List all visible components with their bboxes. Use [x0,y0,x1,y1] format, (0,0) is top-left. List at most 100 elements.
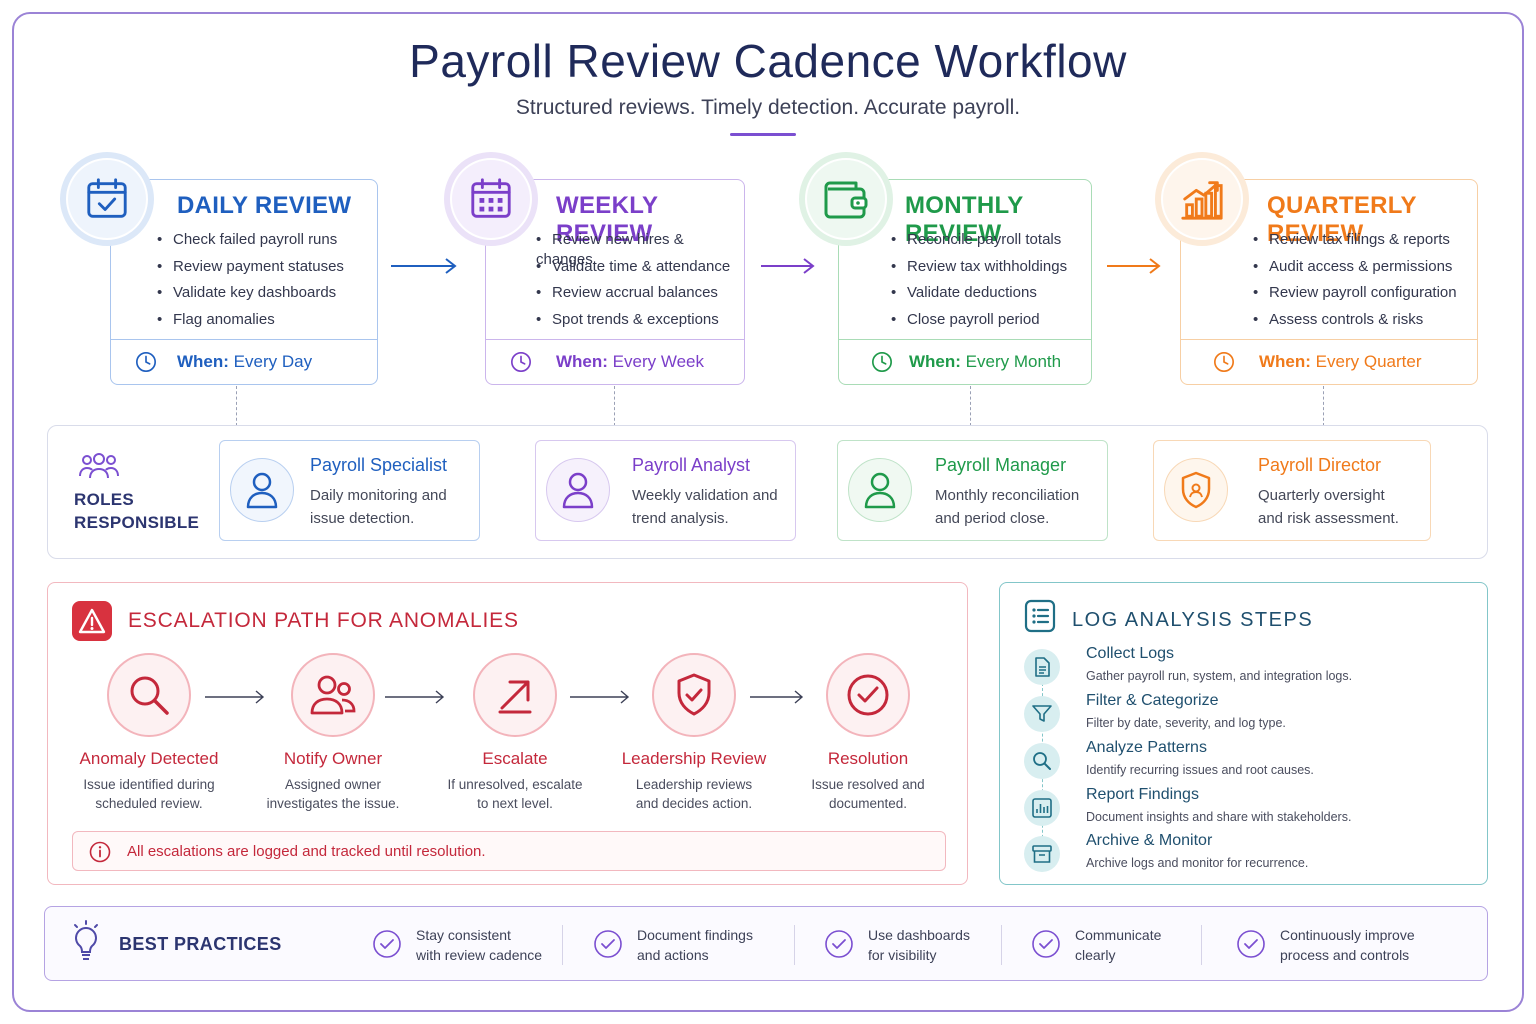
warning-icon [72,601,112,641]
when-value: Every Quarter [1315,352,1422,371]
report-chart-icon [1024,790,1060,826]
weekly-badge [444,152,538,246]
role-name: Payroll Specialist [310,455,448,475]
divider [562,925,563,965]
check-circle-icon [594,930,622,958]
escalation-panel: ESCALATION PATH FOR ANOMALIES Anomaly De… [47,582,968,885]
log-step-name: Collect Logs [1086,645,1175,662]
log-step-desc: Document insights and share with stakeho… [1086,810,1352,824]
escalation-step: Escalate If unresolved, escalate to next … [425,653,605,813]
document-icon [1024,649,1060,685]
role-card-analyst: Payroll Analyst Weekly validation and tre… [535,440,796,541]
daily-badge [60,152,154,246]
best-practice-text: Communicate [1075,927,1162,943]
log-step-desc: Filter by date, severity, and log type. [1086,716,1286,730]
step-desc-line: and decides action. [635,796,753,811]
log-step: Filter & Categorize Filter by date, seve… [1024,692,1464,738]
best-practices-title: BEST PRACTICES [119,934,282,954]
role-name: Payroll Manager [935,455,1067,475]
escalation-step: Resolution Issue resolved and documented. [778,653,958,813]
flow-arrow-icon [1107,258,1161,274]
list-item: Validate deductions [891,283,1067,310]
step-desc-line: If unresolved, escalate [447,777,583,792]
check-circle-icon [1237,930,1265,958]
log-step: Collect Logs Gather payroll run, system,… [1024,645,1464,691]
divider [1001,925,1002,965]
list-item: Review payroll configuration [1253,283,1457,310]
step-desc: Issue resolved and documented. [778,775,958,813]
when-value: Every Month [965,352,1062,371]
step-name: Resolution [827,749,909,768]
role-desc-line: Daily monitoring and [310,487,447,504]
archive-box-icon [1024,836,1060,872]
flow-arrow-icon [391,258,457,274]
step-desc: Leadership reviews and decides action. [604,775,784,813]
monthly-review-list: Reconcile payroll totals Review tax with… [891,230,1067,336]
escalation-note-text: All escalations are logged and tracked u… [127,843,486,860]
best-practice-text: clearly [1075,947,1116,963]
list-item: Close payroll period [891,310,1067,337]
weekly-review-list: Review new hires & changes Validate time… [536,230,744,336]
log-step-desc: Archive logs and monitor for recurrence. [1086,856,1309,870]
quarterly-review-list: Review tax filings & reports Audit acces… [1253,230,1457,336]
log-step: Analyze Patterns Identify recurring issu… [1024,739,1464,785]
step-desc-line: Issue identified during [83,777,215,792]
role-desc-line: issue detection. [310,510,415,527]
escalation-step: Leadership Review Leadership reviews and … [604,653,784,813]
role-card-specialist: Payroll Specialist Daily monitoring and i… [219,440,480,541]
page-subtitle: Structured reviews. Timely detection. Ac… [515,96,1021,119]
check-circle-icon [825,930,853,958]
best-practice-text: process and controls [1280,947,1410,963]
bar-chart-trend-icon [1181,181,1223,220]
quarterly-review-when: When: Every Quarter [1181,339,1477,384]
lightbulb-icon [74,920,98,960]
users-icon [310,675,356,715]
avatar [546,458,610,522]
divider [794,925,795,965]
connector-line [970,386,971,426]
log-step: Archive & Monitor Archive logs and monit… [1024,832,1464,878]
list-item: Flag anomalies [157,310,344,337]
role-desc: Quarterly oversight and risk assessment. [1258,484,1418,530]
list-item: Check failed payroll runs [157,230,344,257]
escalation-step: Notify Owner Assigned owner investigates … [243,653,423,813]
best-practice-text: with review cadence [416,947,543,963]
monthly-badge [799,152,893,246]
search-icon [1024,743,1060,779]
list-item: Spot trends & exceptions [536,310,744,337]
user-icon [562,472,594,509]
best-practice-text: Stay consistent [416,927,511,943]
best-practice-text: for visibility [868,947,937,963]
calendar-grid-icon [471,178,511,218]
check-circle-icon [1032,930,1060,958]
step-name: Notify Owner [283,749,383,768]
log-step: Report Findings Document insights and sh… [1024,786,1464,832]
step-desc-line: investigates the issue. [266,796,400,811]
list-item: Review accrual balances [536,283,744,310]
roles-panel: ROLES RESPONSIBLE Payroll Specialist Dail… [47,425,1488,559]
daily-review-title: DAILY REVIEW [177,192,352,219]
step-desc-line: Assigned owner [284,777,382,792]
list-icon [1024,599,1056,633]
step-desc-line: scheduled review. [95,796,203,811]
when-value: Every Day [233,352,313,371]
list-item: Assess controls & risks [1253,310,1457,337]
user-icon [246,472,278,509]
shield-check-icon [677,673,711,716]
step-desc-line: to next level. [477,796,553,811]
list-item: Review tax withholdings [891,257,1067,284]
info-icon [89,841,111,863]
quarterly-badge [1155,152,1249,246]
log-step-name: Archive & Monitor [1086,832,1213,849]
best-practice-text: and actions [637,947,709,963]
title-underline [730,133,796,136]
arrow-up-right-icon [498,680,532,714]
list-item: Validate time & attendance [536,257,744,284]
roles-label: ROLES RESPONSIBLE [74,488,199,534]
log-step-name: Report Findings [1086,786,1199,803]
connector-line [236,386,237,426]
page-title: Payroll Review Cadence Workflow [409,35,1127,87]
step-name: Leadership Review [621,749,767,768]
list-item: Audit access & permissions [1253,257,1457,284]
step-desc: Issue identified during scheduled review. [59,775,239,813]
